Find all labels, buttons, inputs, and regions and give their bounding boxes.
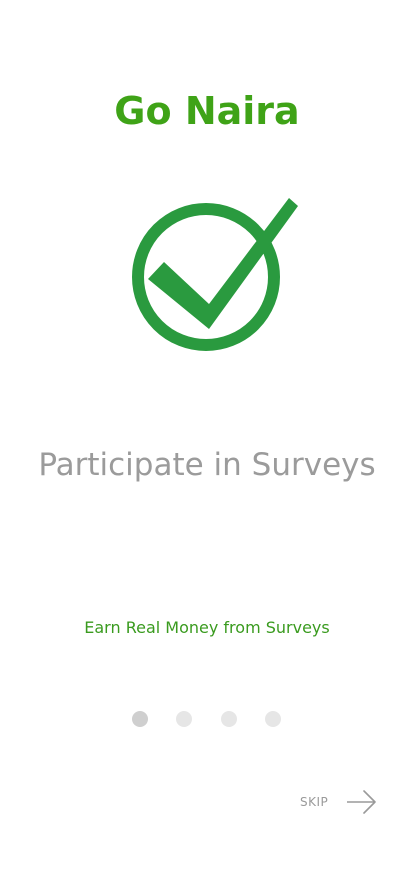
onboarding-subtitle: Earn Real Money from Surveys	[84, 618, 330, 637]
page-indicator	[132, 711, 292, 727]
arrow-right-icon[interactable]	[346, 788, 377, 816]
skip-label: SKIP	[300, 795, 329, 809]
page-dot-4[interactable]	[265, 711, 281, 727]
app-title: Go Naira	[114, 89, 300, 133]
page-dot-2[interactable]	[176, 711, 192, 727]
skip-button[interactable]: SKIP	[292, 786, 384, 818]
onboarding-headline: Participate in Surveys	[38, 447, 376, 483]
page-dot-1[interactable]	[132, 711, 148, 727]
check-circle-icon	[126, 192, 304, 358]
page-dot-3[interactable]	[221, 711, 237, 727]
